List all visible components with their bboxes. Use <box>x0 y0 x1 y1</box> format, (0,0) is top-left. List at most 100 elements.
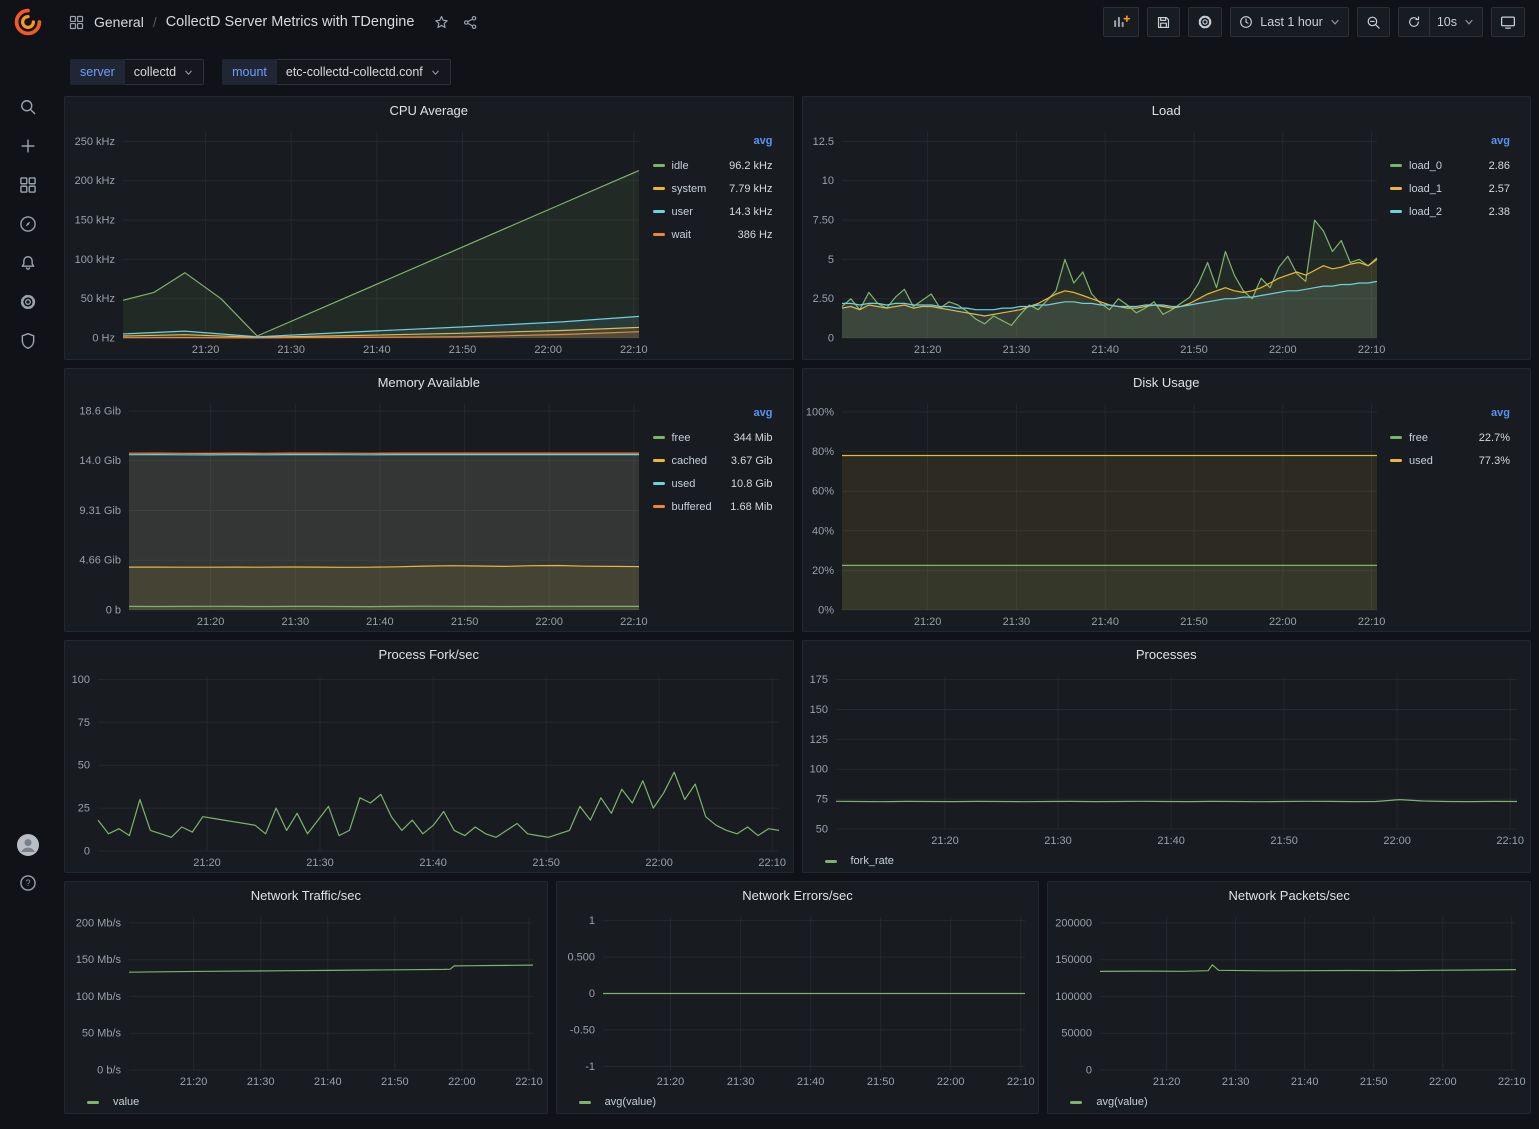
series-name[interactable]: wait <box>672 229 692 241</box>
y-tick-label: 175 <box>809 674 827 686</box>
y-tick-label: 200 Mb/s <box>76 917 122 929</box>
legend-avg-header: avg <box>1390 135 1510 147</box>
x-tick-label: 21:20 <box>913 344 941 356</box>
help-icon[interactable]: ? <box>18 873 38 893</box>
series-name[interactable]: used <box>672 478 696 490</box>
series-name[interactable]: load_1 <box>1409 183 1442 195</box>
series-name[interactable]: idle <box>672 160 689 172</box>
memory-available-chart[interactable]: 0 b4.66 Gib9.31 Gib14.0 Gib18.6 Gib21:20… <box>65 395 653 631</box>
series-name[interactable]: cached <box>672 455 707 467</box>
series-color-swatch[interactable] <box>653 505 665 508</box>
x-tick-label: 21:20 <box>931 835 959 847</box>
series-color-swatch[interactable] <box>1390 459 1402 462</box>
chevron-down-icon <box>1329 16 1341 28</box>
y-tick-label: 0 b/s <box>97 1065 121 1077</box>
save-dashboard-button[interactable] <box>1147 7 1180 37</box>
alerting-bell-icon[interactable] <box>18 253 38 273</box>
panel-title[interactable]: Processes <box>803 641 1531 667</box>
series-color-swatch[interactable] <box>1390 187 1402 190</box>
refresh-button-group: 10s <box>1398 7 1483 37</box>
series-color-swatch[interactable] <box>653 164 665 167</box>
series-name[interactable]: free <box>1409 432 1428 444</box>
dashboard-settings-button[interactable] <box>1188 7 1222 37</box>
panel-title[interactable]: Disk Usage <box>803 369 1531 395</box>
x-tick-label: 21:20 <box>913 616 941 628</box>
cpu-average-chart[interactable]: 0 Hz50 kHz100 kHz150 kHz200 kHz250 kHz21… <box>65 123 653 359</box>
variable-value-dropdown[interactable]: etc-collectd-collectd.conf <box>277 59 451 85</box>
dashboards-grid-icon[interactable] <box>18 175 38 195</box>
configuration-gear-icon[interactable] <box>18 292 38 312</box>
series-name[interactable]: used <box>1409 455 1433 467</box>
series-name[interactable]: fork_rate <box>851 855 894 867</box>
series-name[interactable]: system <box>672 183 707 195</box>
variable-value-dropdown[interactable]: collectd <box>125 59 204 85</box>
panel-title[interactable]: Network Errors/sec <box>557 882 1039 908</box>
breadcrumb-folder[interactable]: General <box>94 14 144 30</box>
cycle-view-button[interactable] <box>1491 7 1525 37</box>
admin-shield-icon[interactable] <box>18 331 38 351</box>
series-name[interactable]: free <box>672 432 691 444</box>
y-tick-label: 0% <box>818 605 834 617</box>
share-icon[interactable] <box>462 13 479 31</box>
time-range-picker[interactable]: Last 1 hour <box>1230 7 1349 37</box>
series-color-swatch[interactable] <box>1070 1101 1082 1104</box>
explore-compass-icon[interactable] <box>18 214 38 234</box>
chart-legend: avgidle96.2 kHzsystem7.79 kHzuser14.3 kH… <box>653 123 793 359</box>
grafana-logo[interactable] <box>14 8 42 39</box>
series-name[interactable]: value <box>113 1096 139 1108</box>
series-color-swatch[interactable] <box>1390 210 1402 213</box>
refresh-interval-picker[interactable]: 10s <box>1429 7 1483 37</box>
processes-chart[interactable]: 507510012515017521:2021:3021:4021:5022:0… <box>803 667 1531 850</box>
chart-legend: fork_rate <box>803 850 1531 872</box>
series-color-swatch[interactable] <box>87 1101 99 1104</box>
panel-title[interactable]: Network Traffic/sec <box>65 882 547 908</box>
star-icon[interactable] <box>433 13 450 31</box>
series-color-swatch[interactable] <box>653 459 665 462</box>
series-color-swatch[interactable] <box>825 860 837 863</box>
series-color-swatch[interactable] <box>653 233 665 236</box>
y-tick-label: 0 b <box>106 605 121 617</box>
panel-title[interactable]: Memory Available <box>65 369 793 395</box>
series-name[interactable]: load_0 <box>1409 160 1442 172</box>
refresh-button[interactable] <box>1398 7 1430 37</box>
variable-mount: mount etc-collectd-collectd.conf <box>222 59 451 85</box>
sidebar-bottom: ? <box>16 833 40 893</box>
series-name[interactable]: user <box>672 206 693 218</box>
y-tick-label: 9.31 Gib <box>79 505 121 517</box>
search-icon[interactable] <box>18 97 38 117</box>
y-tick-label: 250 kHz <box>75 136 115 148</box>
process-fork-chart[interactable]: 025507510021:2021:3021:4021:5022:0022:10 <box>65 667 793 872</box>
y-tick-label: 50000 <box>1062 1028 1093 1040</box>
series-color-swatch[interactable] <box>653 436 665 439</box>
create-plus-icon[interactable] <box>18 136 38 156</box>
network-errors-chart[interactable]: -1-0.5000.500121:2021:3021:4021:5022:002… <box>557 908 1039 1091</box>
x-tick-label: 22:00 <box>1269 344 1297 356</box>
y-tick-label: 5 <box>827 254 833 266</box>
panel-title[interactable]: Network Packets/sec <box>1048 882 1530 908</box>
zoom-out-button[interactable] <box>1357 7 1390 37</box>
panel-title[interactable]: Load <box>803 97 1531 123</box>
network-traffic-chart[interactable]: 0 b/s50 Mb/s100 Mb/s150 Mb/s200 Mb/s21:2… <box>65 908 547 1091</box>
series-color-swatch[interactable] <box>653 210 665 213</box>
user-avatar[interactable] <box>16 833 40 857</box>
series-color-swatch[interactable] <box>653 187 665 190</box>
x-tick-label: 21:50 <box>1180 344 1208 356</box>
series-color-swatch[interactable] <box>1390 164 1402 167</box>
panel-title[interactable]: Process Fork/sec <box>65 641 793 667</box>
legend-item: system7.79 kHz <box>653 177 773 200</box>
panel-disk-usage: Disk Usage 0%20%40%60%80%100%21:2021:302… <box>802 368 1532 632</box>
series-color-swatch[interactable] <box>579 1101 591 1104</box>
series-name[interactable]: avg(value) <box>1096 1096 1147 1108</box>
series-name[interactable]: load_2 <box>1409 206 1442 218</box>
series-color-swatch[interactable] <box>1390 436 1402 439</box>
series-name[interactable]: buffered <box>672 501 712 513</box>
panel-title[interactable]: CPU Average <box>65 97 793 123</box>
series-color-swatch[interactable] <box>653 482 665 485</box>
y-tick-label: 2.50 <box>812 293 833 305</box>
series-name[interactable]: avg(value) <box>605 1096 656 1108</box>
network-packets-chart[interactable]: 05000010000015000020000021:2021:3021:402… <box>1048 908 1530 1091</box>
disk-usage-chart[interactable]: 0%20%40%60%80%100%21:2021:3021:4021:5022… <box>803 395 1391 631</box>
load-chart[interactable]: 02.5057.501012.521:2021:3021:4021:5022:0… <box>803 123 1391 359</box>
y-tick-label: 50 kHz <box>81 293 115 305</box>
add-panel-button[interactable] <box>1103 7 1139 37</box>
